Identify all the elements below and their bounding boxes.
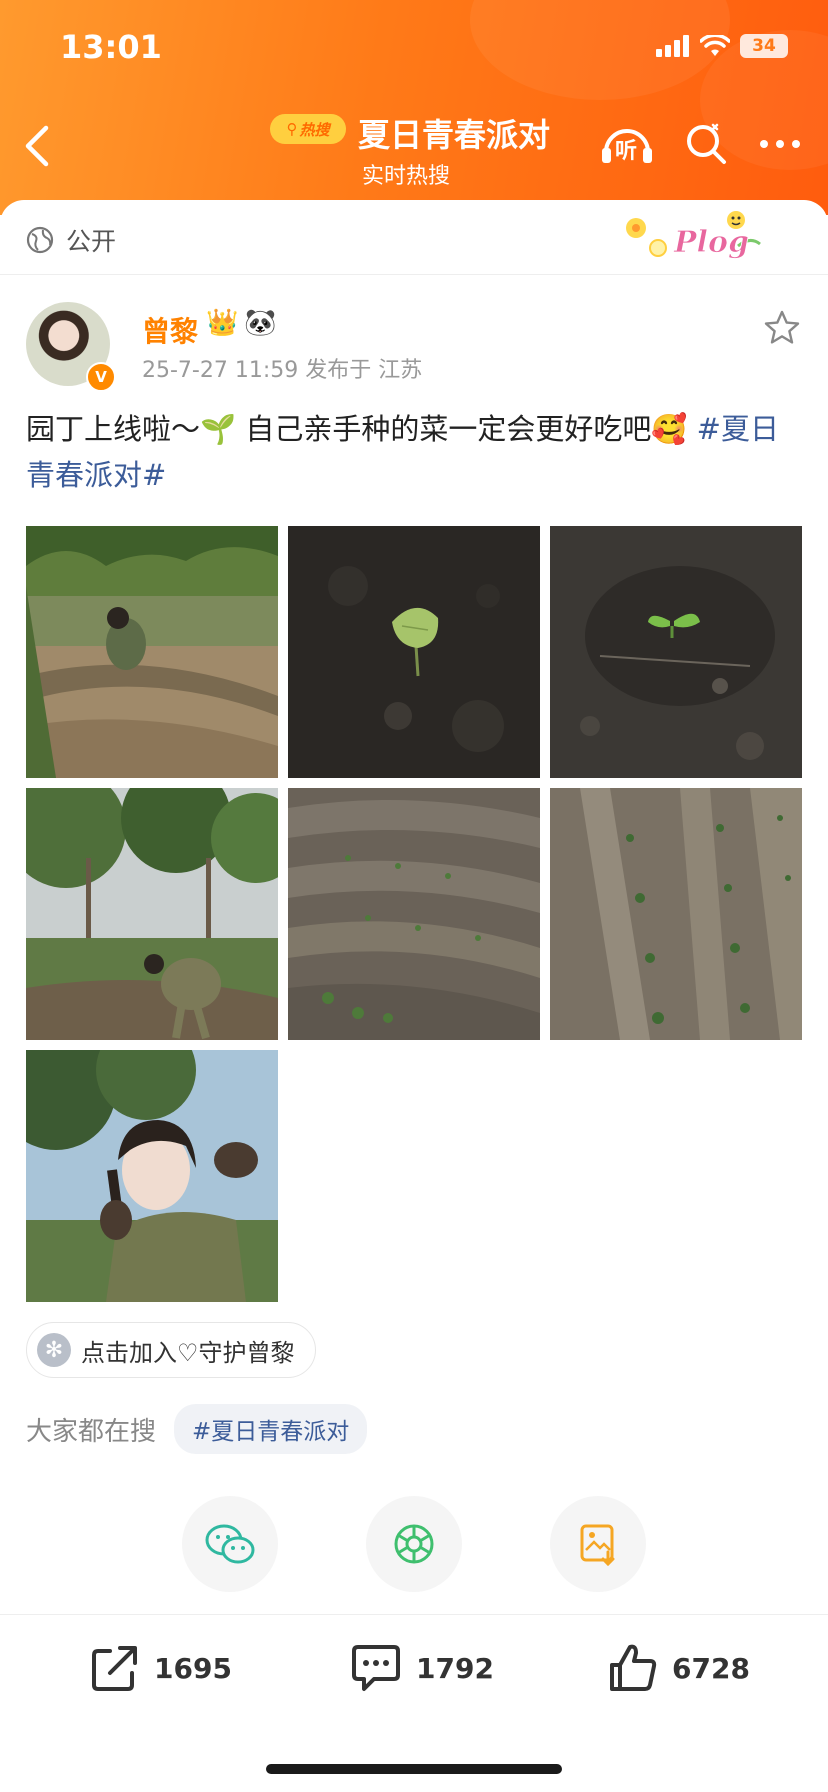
post-body: 园丁上线啦～🌱 自己亲手种的菜一定会更好吃吧🥰 <box>26 412 688 446</box>
moments-icon <box>394 1524 434 1564</box>
post-header: V 曾黎 👑 🐼 25-7-27 11:59 发布于 江苏 <box>26 300 806 392</box>
panda-icon: 🐼 <box>244 308 277 338</box>
post-image-6[interactable] <box>550 788 802 1040</box>
join-guard-chip[interactable]: ✻ 点击加入♡守护曾黎 <box>26 1322 316 1378</box>
status-icons: 34 <box>656 34 788 58</box>
plog-sticker: Plog <box>618 206 768 270</box>
wechat-icon <box>205 1524 255 1564</box>
wechat-share-button[interactable] <box>182 1496 278 1592</box>
more-icon[interactable] <box>758 138 802 150</box>
flower-icon: ✻ <box>37 1333 71 1367</box>
nav-actions: 听 <box>600 122 802 166</box>
post-image-4[interactable] <box>26 788 278 1040</box>
visibility-row: 公开 Plog <box>0 200 828 275</box>
post-image-5[interactable] <box>288 788 540 1040</box>
thumbs-up-icon <box>610 1644 657 1691</box>
comment-count: 1792 <box>416 1651 494 1685</box>
save-image-button[interactable] <box>550 1496 646 1592</box>
author-badges: 👑 🐼 <box>206 308 277 338</box>
nav-title-block: ⚲ 热搜 夏日青春派对 实时热搜 <box>270 110 570 190</box>
repost-icon <box>92 1646 137 1691</box>
author-name[interactable]: 曾黎 <box>142 310 198 350</box>
post-meta: 25-7-27 11:59 发布于 江苏 <box>142 358 423 383</box>
trending-label: 大家都在搜 <box>26 1416 157 1447</box>
moments-share-button[interactable] <box>366 1496 462 1592</box>
post-image-2[interactable] <box>288 526 540 778</box>
guard-chip-label: 点击加入♡守护曾黎 <box>81 1338 295 1367</box>
status-time: 13:01 <box>60 28 162 66</box>
search-icon[interactable] <box>684 122 728 166</box>
page-subtitle: 实时热搜 <box>362 164 451 189</box>
bottom-action-bar: 1695 1792 6728 <box>0 1614 828 1755</box>
save-image-icon <box>580 1524 615 1566</box>
hot-search-badge: ⚲ 热搜 <box>270 114 346 144</box>
repost-count: 1695 <box>154 1651 232 1685</box>
trending-tag[interactable]: #夏日青春派对 <box>174 1404 368 1454</box>
repost-button[interactable]: 1695 <box>90 1643 232 1693</box>
post-text: 园丁上线啦～🌱 自己亲手种的菜一定会更好吃吧🥰 #夏日青春派对# <box>26 406 796 498</box>
comment-icon <box>352 1645 400 1691</box>
battery-indicator: 34 <box>740 34 788 58</box>
post-image-7[interactable] <box>26 1050 278 1302</box>
svg-text:Plog: Plog <box>673 225 749 260</box>
trending-search-row: 大家都在搜 #夏日青春派对 <box>26 1404 368 1454</box>
post-image-3[interactable] <box>550 526 802 778</box>
listen-icon[interactable]: 听 <box>600 122 654 166</box>
share-row <box>182 1496 646 1592</box>
wifi-icon <box>700 35 730 56</box>
back-chevron-icon[interactable] <box>22 124 52 168</box>
top-header: 13:01 34 ⚲ 热搜 夏日青春派对 实时热搜 听 <box>0 0 828 215</box>
page-title: 夏日青春派对 <box>358 116 551 154</box>
home-indicator <box>266 1764 562 1774</box>
verified-badge: V <box>86 362 116 392</box>
signal-icon <box>656 35 689 57</box>
comment-button[interactable]: 1792 <box>350 1643 494 1693</box>
like-button[interactable]: 6728 <box>608 1643 750 1693</box>
post-image-1[interactable] <box>26 526 278 778</box>
globe-icon <box>26 226 54 254</box>
like-count: 6728 <box>672 1651 750 1685</box>
crown-icon: 👑 <box>206 308 239 338</box>
visibility-label[interactable]: 公开 <box>26 222 116 258</box>
favorite-star-icon[interactable] <box>762 308 802 348</box>
